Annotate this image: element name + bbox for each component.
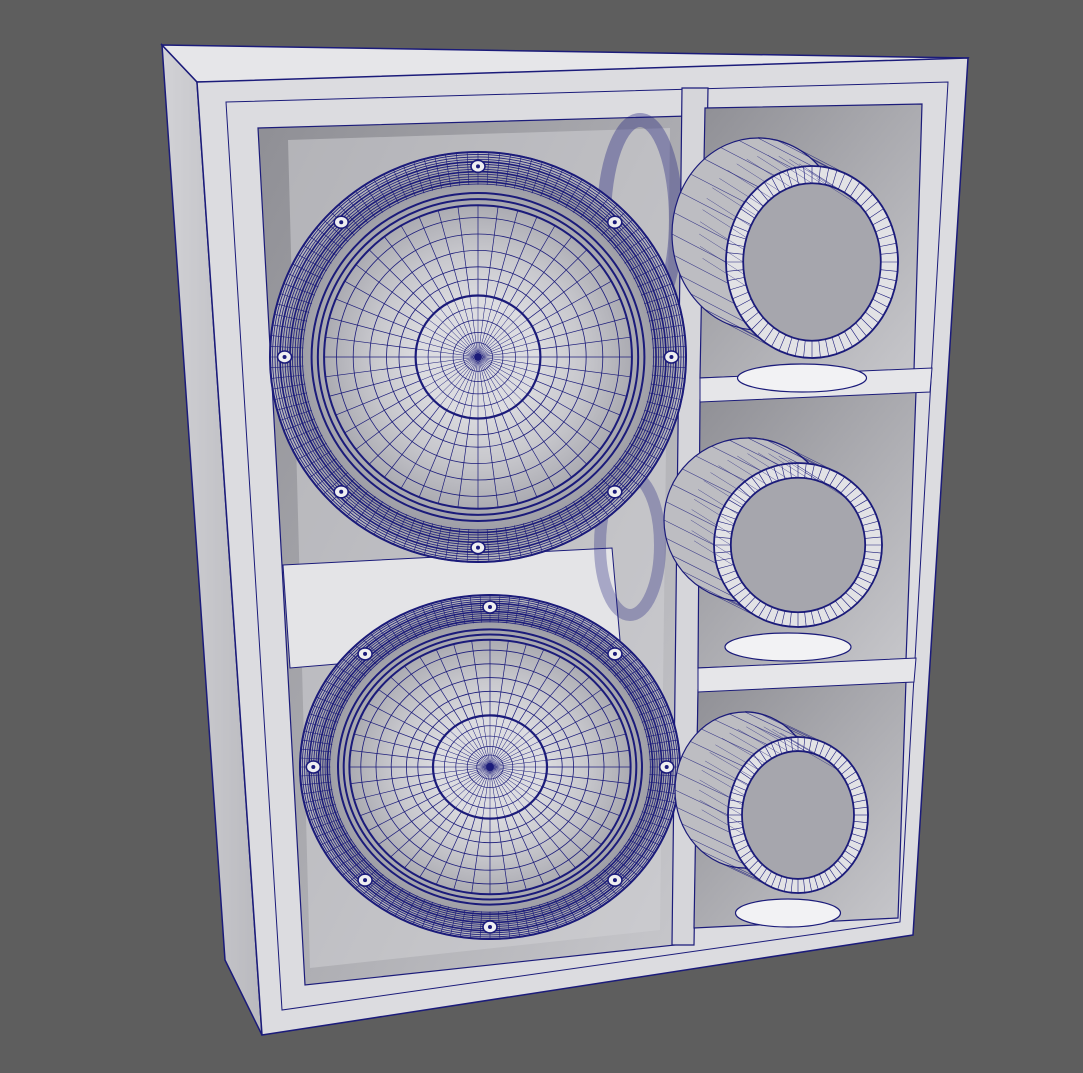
speaker-cabinet-wireframe-render bbox=[160, 42, 970, 1036]
woofer-top bbox=[269, 151, 687, 563]
3d-viewport[interactable] bbox=[0, 0, 1083, 1073]
woofer-bottom bbox=[299, 594, 681, 940]
